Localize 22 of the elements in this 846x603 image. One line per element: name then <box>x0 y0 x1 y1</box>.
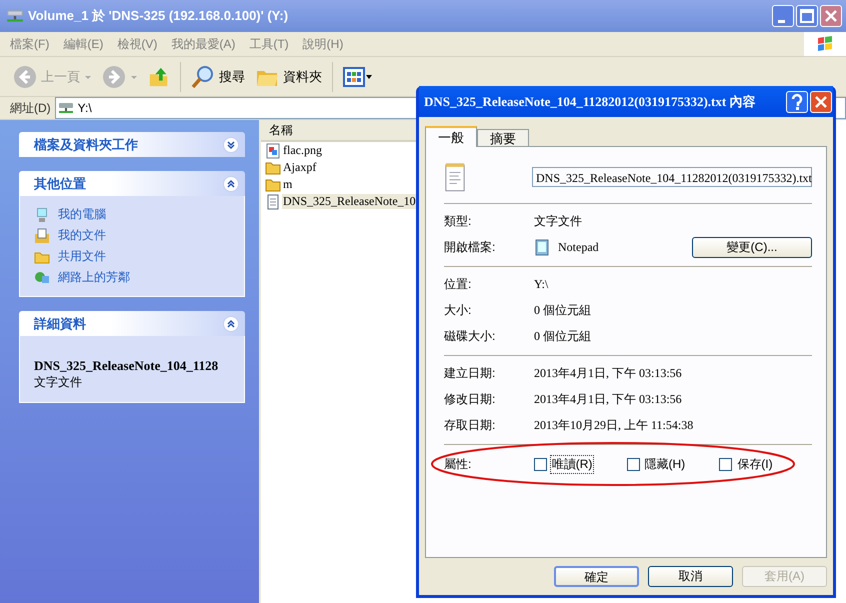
property-label: 類型: <box>444 212 472 230</box>
dialog-title: DNS_325_ReleaseNote_104_11282012(0319175332).txt 內容 <box>424 92 756 110</box>
property-label: 開啟檔案: <box>444 238 496 256</box>
property-value: 文字文件 <box>534 212 582 230</box>
property-value: 2013年4月1日, 下午 03:13:56 <box>534 390 682 408</box>
property-label: 屬性: <box>444 456 472 472</box>
property-value: Y:\ <box>534 276 548 292</box>
file-name: DNS_325_ReleaseNote_104_1128 <box>34 358 220 374</box>
property-value: 2013年10月29日, 上午 11:54:38 <box>534 416 694 434</box>
property-value: 2013年4月1日, 下午 03:13:56 <box>534 364 682 382</box>
window-title: Volume_1 於 'DNS-325 (192.168.0.100)' (Y:) <box>28 7 290 25</box>
property-label: 磁碟大小: <box>444 328 496 344</box>
file-type: 文字文件 <box>34 374 83 391</box>
property-value: Notepad <box>558 240 600 254</box>
property-label: 修改日期: <box>444 390 496 408</box>
property-value: 0 個位元組 <box>534 328 591 344</box>
property-label: 位置: <box>444 276 472 292</box>
property-value: 0 個位元組 <box>534 302 591 318</box>
property-label: 存取日期: <box>444 416 496 434</box>
address-label: 網址(D) <box>10 100 51 116</box>
property-label: 建立日期: <box>444 364 496 382</box>
property-label: 大小: <box>444 302 472 318</box>
